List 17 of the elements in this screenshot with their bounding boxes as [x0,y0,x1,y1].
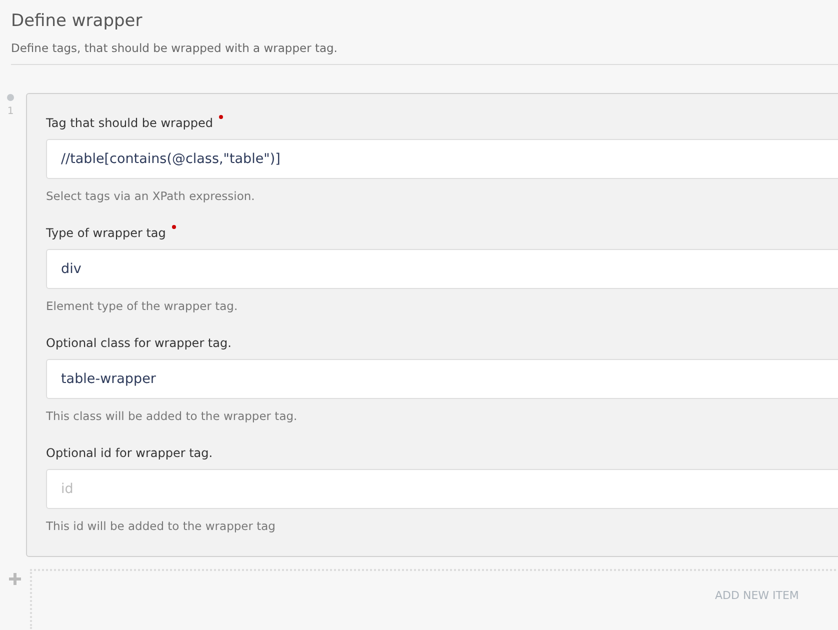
plus-icon[interactable] [9,573,21,585]
input-field[interactable]: table-wrapper [46,359,838,399]
section-title: Define wrapper [11,10,144,32]
input-field[interactable]: //table[contains(@class,"table")] [46,139,838,179]
field-help-text: Element type of the wrapper tag. [46,298,239,314]
field-label: Optional class for wrapper tag. [46,335,232,351]
input-field[interactable]: div [46,249,838,289]
section-description: Define tags, that should be wrapped with a wrapper tag. [11,40,338,56]
field-label: Type of wrapper tag [46,225,166,241]
field-label: Optional id for wrapper tag. [46,445,213,461]
field-help-text: This class will be added to the wrapper tag. [46,408,298,424]
item-number: 1 [7,106,14,117]
field-help-text: Select tags via an XPath expression. [46,188,256,204]
field-help-text: This id will be added to the wrapper tag [46,518,276,534]
input-field[interactable]: id [46,469,838,509]
field-label: Tag that should be wrapped [46,115,214,131]
drag-handle-icon[interactable] [7,94,14,101]
